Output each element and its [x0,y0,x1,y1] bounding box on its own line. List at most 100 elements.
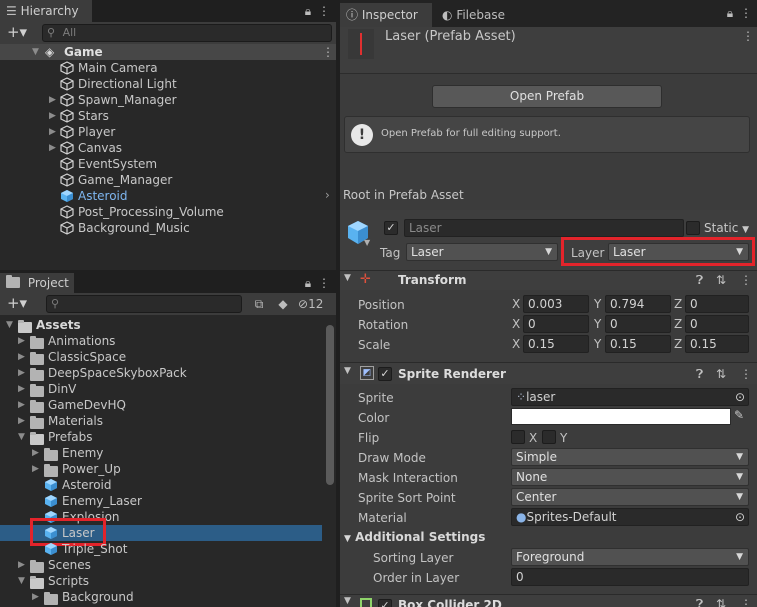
sprite-renderer-header[interactable]: ▼ ◩ ✓ Sprite Renderer ❓︎ ⇅ ⋮ [340,362,757,384]
rotation-x-field[interactable]: 0 [523,315,589,333]
more-icon[interactable]: ⋮ [318,4,330,18]
layer-dropdown[interactable]: Laser ▼ [608,243,749,261]
hierarchy-item[interactable]: Background_Music [0,220,336,236]
hierarchy-item[interactable]: Directional Light [0,76,336,92]
draw-mode-dropdown[interactable]: Simple ▼ [511,448,749,466]
box-collider-header[interactable]: ▼ ✓ Box Collider 2D ❓︎ ⇅ ⋮ [340,594,757,607]
hierarchy-search[interactable]: ⚲ All [42,24,332,42]
tab-hierarchy[interactable]: ☰ Hierarchy [0,0,92,22]
expand-arrow-icon[interactable]: ▶ [18,365,28,381]
hierarchy-item[interactable]: ▶ Spawn_Manager [0,92,336,108]
open-prefab-button[interactable]: Open Prefab [432,85,662,108]
additional-settings-foldout[interactable]: ▼ Additional Settings [344,530,485,544]
lock-icon[interactable]: 🔒︎ [724,6,736,20]
expand-arrow-icon[interactable]: ▶ [18,557,28,573]
more-icon[interactable]: ⋮ [740,597,752,607]
tab-project[interactable]: Project [0,273,74,293]
axis-z[interactable]: Z [674,335,682,353]
preset-icon[interactable]: ⇅ [716,367,726,381]
add-icon[interactable]: +▾ [4,25,30,40]
project-folder[interactable]: ▼ Scripts [0,573,322,589]
enabled-checkbox[interactable]: ✓ [378,599,392,607]
more-icon[interactable]: ⋮ [740,273,752,287]
scale-z-field[interactable]: 0.15 [685,335,749,353]
filter-by-label-icon[interactable]: ◆ [276,297,290,311]
hierarchy-item[interactable]: Main Camera [0,60,336,76]
hierarchy-item[interactable]: EventSystem [0,156,336,172]
preset-icon[interactable]: ⇅ [716,273,726,287]
object-name-field[interactable]: Laser [404,219,684,237]
project-root[interactable]: ▼ Assets [0,317,322,333]
flip-y-checkbox[interactable] [542,430,556,444]
help-icon[interactable]: ❓︎ [696,367,703,382]
hierarchy-item[interactable]: ▶ Canvas [0,140,336,156]
color-swatch[interactable] [511,408,731,425]
prefab-item[interactable]: Asteroid [0,477,322,493]
expand-arrow-icon[interactable]: ▶ [18,349,28,365]
project-folder[interactable]: ▶ Enemy [0,445,322,461]
object-picker-icon[interactable]: ⊙ [735,389,745,405]
foldout-arrow-icon[interactable]: ▼ [344,366,351,376]
preset-icon[interactable]: ⇅ [716,597,726,607]
lock-icon[interactable]: 🔒︎ [302,4,314,18]
expand-arrow-icon[interactable]: ▶ [49,108,59,124]
rotation-y-field[interactable]: 0 [605,315,671,333]
axis-x[interactable]: X [512,315,520,333]
sprite-field[interactable]: ⁘laser ⊙ [511,388,749,406]
hierarchy-item[interactable]: Asteroid [0,188,336,204]
project-search[interactable]: ⚲ [46,295,242,313]
axis-y[interactable]: Y [594,335,601,353]
expand-arrow-icon[interactable]: ▶ [49,140,59,156]
more-icon[interactable]: ⋮ [740,6,752,20]
foldout-arrow-icon[interactable]: ▼ [344,596,351,606]
project-folder[interactable]: ▶ GameDevHQ [0,397,322,413]
hierarchy-item[interactable]: ▶ Stars [0,108,336,124]
foldout-arrow-icon[interactable]: ▼ [344,273,351,283]
axis-y[interactable]: Y [594,315,601,333]
active-checkbox[interactable]: ✓ [384,221,398,235]
prefab-item[interactable]: Laser [0,518,322,546]
position-z-field[interactable]: 0 [685,295,749,313]
hierarchy-item[interactable]: Post_Processing_Volume [0,204,336,220]
project-folder[interactable]: ▶ Power_Up [0,461,322,477]
expand-arrow-icon[interactable]: ▶ [18,381,28,397]
position-x-field[interactable]: 0.003 [523,295,589,313]
project-folder[interactable]: ▶ Materials [0,413,322,429]
flip-x-checkbox[interactable] [511,430,525,444]
axis-z[interactable]: Z [674,295,682,313]
project-folder[interactable]: ▶ Animations [0,333,322,349]
axis-x[interactable]: X [512,295,520,313]
expand-arrow-icon[interactable]: ▶ [49,92,59,108]
prefab-item[interactable]: Triple_Shot [0,541,322,557]
position-y-field[interactable]: 0.794 [605,295,671,313]
scene-row[interactable]: ▼ ◈ Game ⋮ [0,44,336,60]
expand-arrow-icon[interactable]: ▶ [18,397,28,413]
project-folder[interactable]: ▶ Background [0,589,322,605]
more-icon[interactable]: ⋮ [742,29,754,43]
expand-arrow-icon[interactable]: ▶ [32,445,42,461]
tab-filebase[interactable]: ◐ Filebase [436,3,536,27]
mask-interaction-dropdown[interactable]: None ▼ [511,468,749,486]
collapse-arrow-icon[interactable]: ▼ [18,429,28,445]
hidden-packages-icon[interactable]: ⊘12 [298,297,334,311]
scrollbar[interactable] [326,325,334,485]
help-icon[interactable]: ❓︎ [696,597,703,607]
project-folder[interactable]: ▶ DinV [0,381,322,397]
transform-header[interactable]: ▼ ✛ Transform ❓︎ ⇅ ⋮ [340,270,757,290]
enabled-checkbox[interactable]: ✓ [378,367,392,381]
axis-z[interactable]: Z [674,315,682,333]
hierarchy-item[interactable]: Game_Manager [0,172,336,188]
sort-point-dropdown[interactable]: Center ▼ [511,488,749,506]
scale-y-field[interactable]: 0.15 [605,335,671,353]
expand-arrow-icon[interactable]: ▶ [18,333,28,349]
collapse-arrow-icon[interactable]: ▼ [18,573,28,589]
axis-x[interactable]: X [512,335,520,353]
more-icon[interactable]: ⋮ [322,44,334,60]
expand-arrow-icon[interactable]: ▶ [18,413,28,429]
static-label[interactable]: Static ▼ [704,221,749,235]
collapse-arrow-icon[interactable]: ▼ [6,317,16,333]
expand-arrow-icon[interactable]: ▶ [32,461,42,477]
chevron-down-icon[interactable]: ▼ [364,238,370,247]
add-icon[interactable]: +▾ [4,296,30,311]
project-folder[interactable]: ▶ Scenes [0,557,322,573]
